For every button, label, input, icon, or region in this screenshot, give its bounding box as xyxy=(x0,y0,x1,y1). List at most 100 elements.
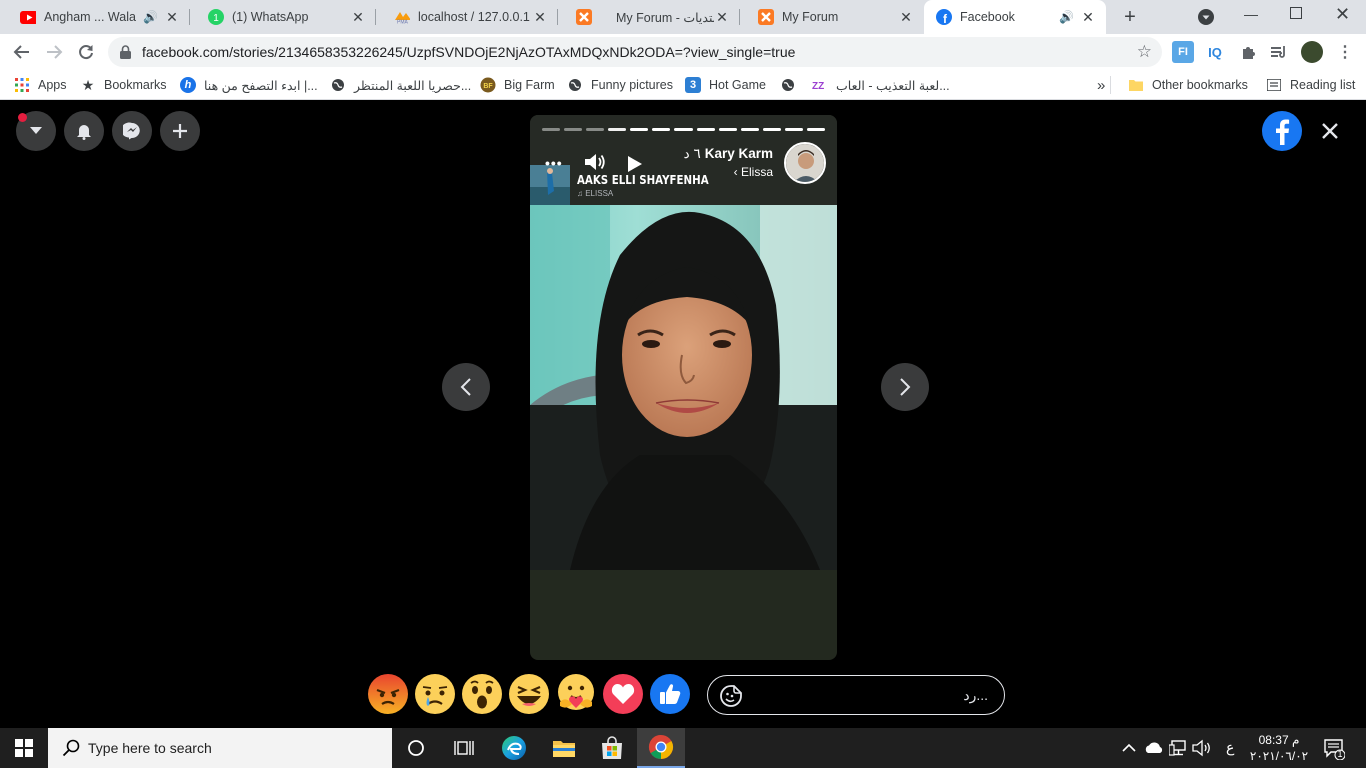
tab-whatsapp[interactable]: 1 (1) WhatsApp ✕ xyxy=(190,0,376,34)
album-cover xyxy=(530,165,570,205)
store-button[interactable] xyxy=(588,728,636,768)
bookmark-item[interactable]: حصريا اللعبة المنتظر... xyxy=(330,76,471,94)
speaker-icon[interactable]: 🔊 xyxy=(1059,10,1074,24)
chevron-double-icon: » xyxy=(1097,76,1106,94)
chrome-button[interactable] xyxy=(637,728,685,768)
notifications-button[interactable] xyxy=(64,111,104,151)
bookmark-star-icon[interactable]: ☆ xyxy=(1137,42,1152,62)
bookmark-item[interactable]: ZZ لعبة التعذيب - العاب... xyxy=(812,76,950,94)
svg-text:BF: BF xyxy=(483,83,493,90)
xampp-icon xyxy=(758,9,774,25)
close-window-button[interactable]: ✕ xyxy=(1335,4,1350,25)
facebook-logo-icon[interactable] xyxy=(1262,111,1302,151)
sticker-icon[interactable] xyxy=(720,685,742,712)
network-icon[interactable] xyxy=(1168,740,1187,761)
profile-avatar[interactable] xyxy=(1301,41,1323,63)
address-bar[interactable]: facebook.com/stories/2134658353226245/Uz… xyxy=(108,37,1162,67)
clock-date: ٢٠٢١/٠٦/٠٢ xyxy=(1249,749,1309,763)
restore-button[interactable] xyxy=(1290,7,1302,19)
reading-list-button[interactable]: Reading list xyxy=(1266,76,1355,94)
bookmark-apps[interactable]: Apps xyxy=(14,76,67,94)
progress-segment xyxy=(674,128,693,131)
bookmark-big-farm[interactable]: BF Big Farm xyxy=(480,76,555,94)
tab-title: Angham ... Wala D xyxy=(44,10,137,24)
more-bookmarks-button[interactable]: » xyxy=(1097,76,1105,94)
wow-reaction-icon[interactable] xyxy=(462,674,502,714)
create-story-button[interactable] xyxy=(160,111,200,151)
story-author-name[interactable]: Kary Karm xyxy=(705,146,773,161)
sad-reaction-icon[interactable] xyxy=(415,674,455,714)
bookmark-other[interactable]: Other bookmarks xyxy=(1128,76,1248,94)
care-reaction-icon[interactable] xyxy=(556,674,596,714)
messenger-button[interactable] xyxy=(112,111,152,151)
progress-segment xyxy=(696,128,715,131)
like-reaction-icon[interactable] xyxy=(650,674,690,714)
bookmark-bookmarks[interactable]: ★ Bookmarks xyxy=(80,76,167,94)
onedrive-icon[interactable] xyxy=(1144,741,1164,759)
bookmark-label: Funny pictures xyxy=(591,78,673,92)
xampp-icon xyxy=(576,9,592,25)
task-view-button[interactable] xyxy=(440,728,488,768)
bookmark-item[interactable]: h ابدء التصفح من هنا |... xyxy=(180,76,318,94)
close-tab-icon[interactable]: ✕ xyxy=(898,9,914,26)
close-tab-icon[interactable]: ✕ xyxy=(350,9,366,26)
tab-search-button[interactable] xyxy=(1198,9,1214,25)
tab-my-forum-ar[interactable]: My Forum - منتديات ✕ xyxy=(558,0,740,34)
bookmark-label: لعبة التعذيب - العاب... xyxy=(836,78,950,93)
cortana-button[interactable] xyxy=(392,728,440,768)
tab-facebook[interactable]: f Facebook 🔊 ✕ xyxy=(924,0,1106,34)
edge-button[interactable] xyxy=(490,728,538,768)
close-tab-icon[interactable]: ✕ xyxy=(714,9,730,26)
new-tab-button[interactable]: + xyxy=(1118,5,1142,29)
clock-time: 08:37 م xyxy=(1258,733,1300,747)
toolbar: facebook.com/stories/2134658353226245/Uz… xyxy=(0,34,1366,70)
haha-reaction-icon[interactable] xyxy=(509,674,549,714)
input-language[interactable]: ع xyxy=(1226,739,1234,756)
love-reaction-icon[interactable] xyxy=(603,674,643,714)
close-tab-icon[interactable]: ✕ xyxy=(164,9,180,26)
close-icon[interactable] xyxy=(1319,120,1341,142)
tab-title: (1) WhatsApp xyxy=(232,10,309,24)
notification-center-icon[interactable]: 1 xyxy=(1323,738,1346,765)
clock[interactable]: 08:37 م ٢٠٢١/٠٦/٠٢ xyxy=(1248,732,1310,764)
reply-input[interactable]: رد... xyxy=(707,675,1005,715)
speaker-icon[interactable]: 🔊 xyxy=(143,10,158,24)
back-button[interactable] xyxy=(8,38,36,66)
extensions-puzzle-icon[interactable] xyxy=(1237,41,1259,63)
progress-segment xyxy=(652,128,671,131)
tab-title: My Forum xyxy=(782,10,839,24)
bookmark-label: ابدء التصفح من هنا |... xyxy=(204,78,318,93)
tab-youtube[interactable]: Angham ... Wala D 🔊 ✕ xyxy=(2,0,190,34)
chevron-up-icon[interactable] xyxy=(1122,740,1136,758)
folder-icon xyxy=(553,741,575,757)
close-tab-icon[interactable]: ✕ xyxy=(1080,9,1096,26)
start-button[interactable] xyxy=(0,728,48,768)
author-avatar[interactable] xyxy=(784,142,826,184)
volume-icon[interactable] xyxy=(1192,739,1212,762)
file-explorer-button[interactable] xyxy=(540,728,588,768)
taskbar-search[interactable]: Type here to search xyxy=(48,728,392,768)
story-card[interactable]: ••• AAKS ELLI SHAYFENHA ♫ ELISSA ٦ د Kary… xyxy=(530,115,837,660)
globe-icon xyxy=(567,77,583,93)
reload-button[interactable] xyxy=(72,38,100,66)
extension-iq-icon[interactable]: IQ xyxy=(1204,41,1226,63)
music-artist-link[interactable]: ‹ Elissa xyxy=(720,165,773,179)
tab-title: localhost / 127.0.0.1 / xyxy=(418,10,532,24)
previous-story-button[interactable] xyxy=(442,363,490,411)
extension-fi-icon[interactable]: FI xyxy=(1172,41,1194,63)
forward-button[interactable] xyxy=(40,38,68,66)
lock-icon[interactable] xyxy=(120,45,131,64)
bookmark-funny-pictures[interactable]: Funny pictures xyxy=(567,76,673,94)
close-tab-icon[interactable]: ✕ xyxy=(532,9,548,26)
next-story-button[interactable] xyxy=(881,363,929,411)
chevron-left-icon: ‹ xyxy=(733,165,741,179)
bookmark-globe[interactable] xyxy=(780,76,804,94)
chrome-menu-icon[interactable]: ⋮ xyxy=(1334,41,1356,63)
media-control-icon[interactable] xyxy=(1268,41,1290,63)
minimize-button[interactable]: — xyxy=(1244,6,1258,22)
tab-my-forum[interactable]: My Forum ✕ xyxy=(740,0,924,34)
tab-phpmyadmin[interactable]: PMA localhost / 127.0.0.1 / ✕ xyxy=(376,0,558,34)
bookmark-hot-game[interactable]: 3 Hot Game xyxy=(685,76,766,94)
angry-reaction-icon[interactable] xyxy=(368,674,408,714)
more-options-button[interactable]: ••• xyxy=(545,155,563,171)
